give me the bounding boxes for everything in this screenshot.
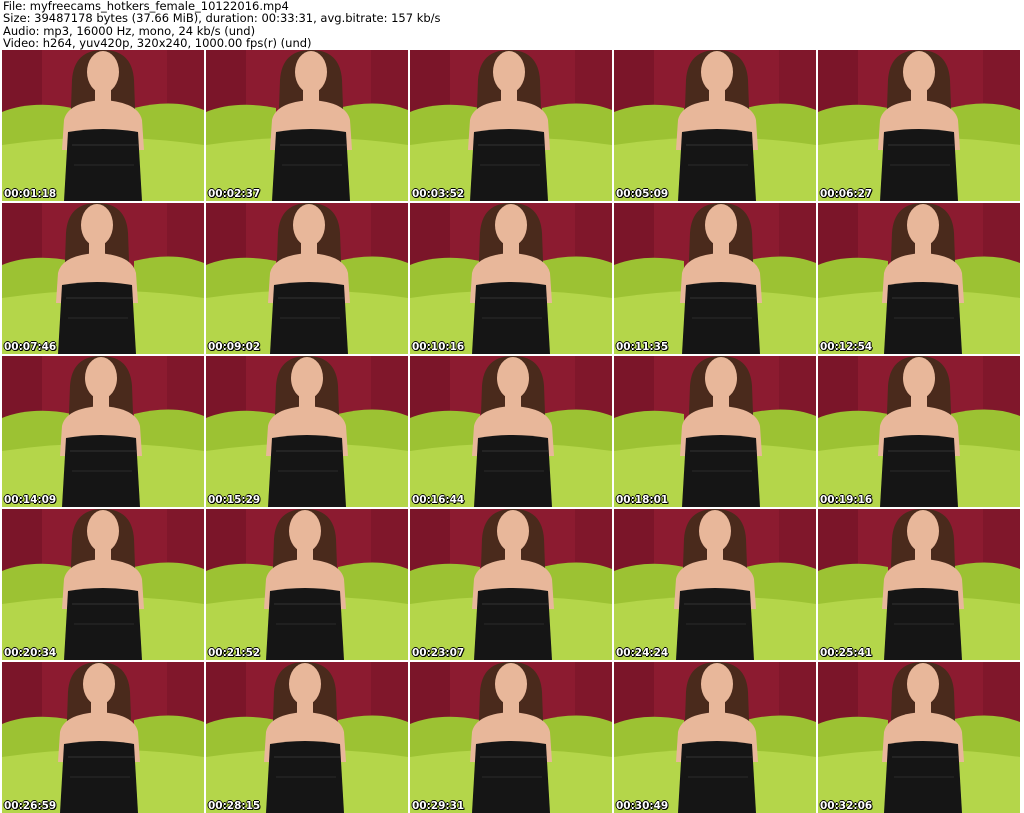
video-info-header: File: myfreecams_hotkers_female_10122016…	[3, 0, 1021, 50]
video-thumbnail: 00:09:02	[206, 203, 408, 354]
thumbnail-frame-image	[818, 662, 1020, 813]
thumbnail-frame-image	[818, 509, 1020, 660]
video-thumbnail: 00:23:07	[410, 509, 612, 660]
thumbnail-frame-image	[614, 509, 816, 660]
thumbnail-timestamp: 00:18:01	[616, 494, 669, 506]
thumbnail-timestamp: 00:26:59	[4, 800, 57, 812]
thumbnail-frame-image	[614, 356, 816, 507]
thumbnail-frame-image	[818, 356, 1020, 507]
video-line: Video: h264, yuv420p, 320x240, 1000.00 f…	[3, 36, 312, 51]
thumbnail-frame-image	[206, 509, 408, 660]
thumbnail-frame-image	[614, 662, 816, 813]
video-thumbnail: 00:03:52	[410, 50, 612, 201]
video-thumbnail: 00:25:41	[818, 509, 1020, 660]
video-thumbnail: 00:07:46	[2, 203, 204, 354]
video-thumbnail: 00:28:15	[206, 662, 408, 813]
thumbnail-frame-image	[818, 50, 1020, 201]
video-thumbnail: 00:10:16	[410, 203, 612, 354]
thumbnail-frame-image	[2, 203, 204, 354]
thumbnail-frame-image	[2, 509, 204, 660]
thumbnail-frame-image	[206, 662, 408, 813]
thumbnail-timestamp: 00:06:27	[820, 188, 873, 200]
video-thumbnail: 00:02:37	[206, 50, 408, 201]
thumbnail-frame-image	[206, 203, 408, 354]
video-thumbnail: 00:14:09	[2, 356, 204, 507]
thumbnail-timestamp: 00:25:41	[820, 647, 873, 659]
video-thumbnail: 00:18:01	[614, 356, 816, 507]
video-thumbnail: 00:19:16	[818, 356, 1020, 507]
video-thumbnail: 00:32:06	[818, 662, 1020, 813]
thumbnail-timestamp: 00:10:16	[412, 341, 465, 353]
thumbnail-timestamp: 00:21:52	[208, 647, 261, 659]
thumbnail-timestamp: 00:23:07	[412, 647, 465, 659]
thumbnail-frame-image	[2, 356, 204, 507]
video-thumbnail: 00:05:09	[614, 50, 816, 201]
thumbnail-timestamp: 00:16:44	[412, 494, 465, 506]
thumbnail-timestamp: 00:07:46	[4, 341, 57, 353]
size-line: Size: 39487178 bytes (37.66 MiB), durati…	[3, 11, 441, 26]
thumbnail-timestamp: 00:01:18	[4, 188, 57, 200]
thumbnail-frame-image	[206, 50, 408, 201]
video-thumbnail: 00:01:18	[2, 50, 204, 201]
thumbnail-timestamp: 00:15:29	[208, 494, 261, 506]
thumbnail-timestamp: 00:12:54	[820, 341, 873, 353]
video-thumbnail: 00:24:24	[614, 509, 816, 660]
video-thumbnail: 00:15:29	[206, 356, 408, 507]
thumbnail-frame-image	[410, 509, 612, 660]
thumbnail-frame-image	[410, 50, 612, 201]
thumbnail-timestamp: 00:05:09	[616, 188, 669, 200]
video-thumbnail: 00:30:49	[614, 662, 816, 813]
thumbnail-timestamp: 00:30:49	[616, 800, 669, 812]
video-thumbnail: 00:16:44	[410, 356, 612, 507]
thumbnail-frame-image	[614, 50, 816, 201]
thumbnail-frame-image	[2, 50, 204, 201]
thumbnail-frame-image	[410, 203, 612, 354]
thumbnail-timestamp: 00:09:02	[208, 341, 261, 353]
thumbnail-timestamp: 00:14:09	[4, 494, 57, 506]
thumbnail-frame-image	[2, 662, 204, 813]
video-thumbnail: 00:29:31	[410, 662, 612, 813]
video-thumbnail: 00:20:34	[2, 509, 204, 660]
thumbnail-frame-image	[410, 356, 612, 507]
thumbnail-timestamp: 00:02:37	[208, 188, 261, 200]
thumbnail-grid: 00:01:18 00:02:37 00:03:52 00:05:09 00:0…	[0, 50, 1024, 813]
thumbnail-frame-image	[818, 203, 1020, 354]
video-thumbnail: 00:21:52	[206, 509, 408, 660]
thumbnail-timestamp: 00:24:24	[616, 647, 669, 659]
thumbnail-timestamp: 00:11:35	[616, 341, 669, 353]
video-thumbnail: 00:12:54	[818, 203, 1020, 354]
video-thumbnail: 00:06:27	[818, 50, 1020, 201]
thumbnail-frame-image	[410, 662, 612, 813]
thumbnail-frame-image	[614, 203, 816, 354]
thumbnail-timestamp: 00:32:06	[820, 800, 873, 812]
thumbnail-timestamp: 00:19:16	[820, 494, 873, 506]
thumbnail-timestamp: 00:20:34	[4, 647, 57, 659]
thumbnail-timestamp: 00:03:52	[412, 188, 465, 200]
thumbnail-timestamp: 00:29:31	[412, 800, 465, 812]
thumbnail-frame-image	[206, 356, 408, 507]
video-thumbnail: 00:26:59	[2, 662, 204, 813]
thumbnail-timestamp: 00:28:15	[208, 800, 261, 812]
video-thumbnail: 00:11:35	[614, 203, 816, 354]
